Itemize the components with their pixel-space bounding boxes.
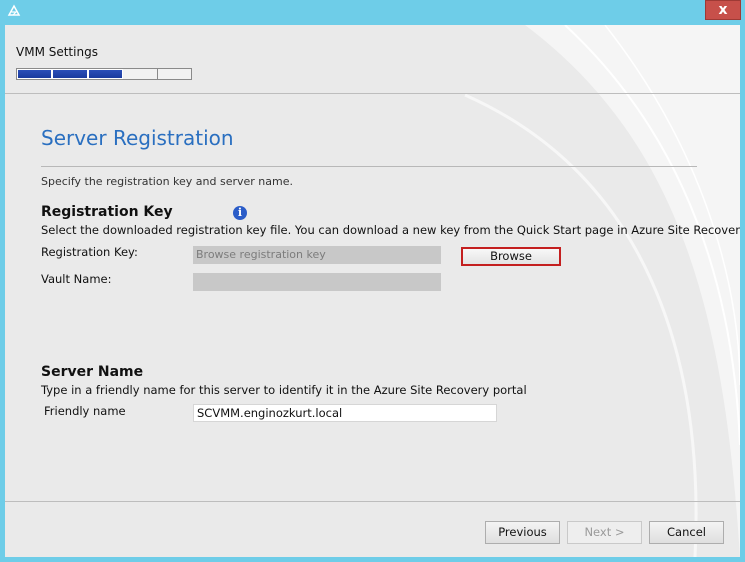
progress-step (17, 69, 53, 79)
registration-key-field[interactable]: Browse registration key (193, 246, 441, 264)
server-name-description: Type in a friendly name for this server … (41, 383, 527, 397)
header-title: VMM Settings (16, 45, 98, 59)
background-swoosh (464, 25, 740, 557)
vault-name-field[interactable] (193, 273, 441, 291)
footer-divider (5, 501, 740, 502)
info-icon[interactable]: i (233, 206, 247, 220)
registration-key-heading: Registration Key (41, 204, 173, 220)
vault-name-label: Vault Name: (41, 272, 112, 286)
wizard-progress-bar (16, 68, 192, 80)
progress-step (87, 69, 124, 79)
friendly-name-label: Friendly name (44, 404, 126, 418)
registration-key-label: Registration Key: (41, 245, 138, 259)
header-divider (5, 93, 740, 94)
setup-window: x VMM Settings Server Registration Speci… (0, 0, 745, 562)
registration-key-description: Select the downloaded registration key f… (41, 223, 740, 237)
wizard-client-area: VMM Settings Server Registration Specify… (5, 25, 740, 557)
server-name-heading: Server Name (41, 364, 144, 380)
close-button[interactable]: x (705, 0, 741, 20)
page-title: Server Registration (41, 126, 234, 150)
browse-button[interactable]: Browse (461, 247, 561, 266)
friendly-name-input[interactable]: SCVMM.enginozkurt.local (193, 404, 497, 422)
progress-step (123, 69, 158, 79)
progress-step (52, 69, 88, 79)
page-instruction: Specify the registration key and server … (41, 175, 293, 188)
close-icon: x (718, 2, 728, 18)
previous-button[interactable]: Previous (485, 521, 560, 544)
cancel-button[interactable]: Cancel (649, 521, 724, 544)
next-button[interactable]: Next > (567, 521, 642, 544)
progress-step (157, 69, 192, 79)
azure-cloud-icon (6, 3, 22, 19)
title-divider (41, 166, 697, 167)
